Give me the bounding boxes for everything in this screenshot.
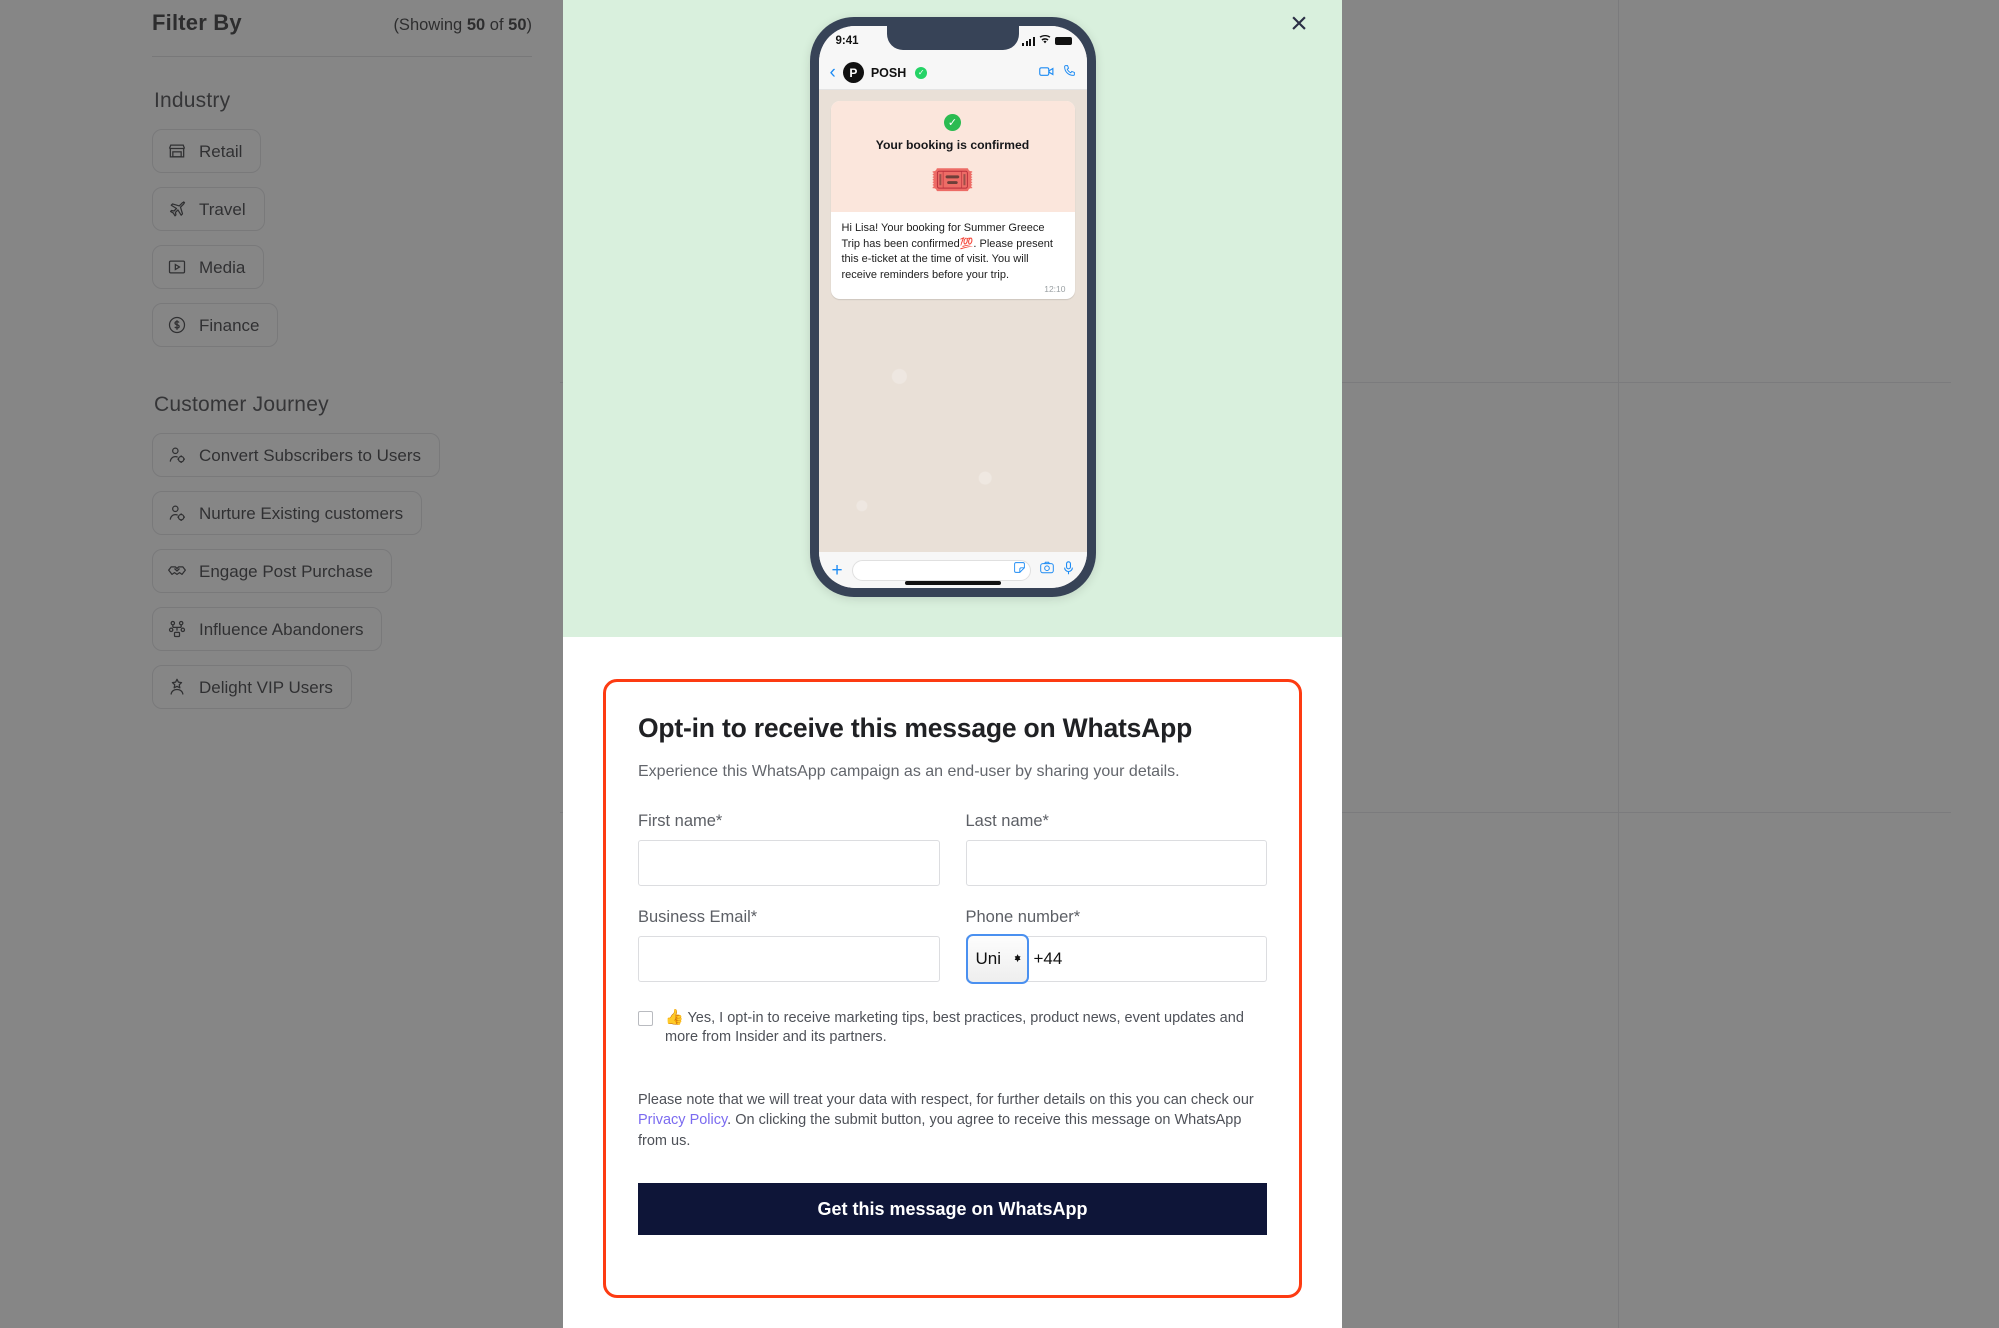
privacy-policy-link[interactable]: Privacy Policy: [638, 1112, 727, 1128]
message-timestamp: 12:10: [1044, 284, 1066, 295]
screen-root: Filter By (Showing 50 of 50) Industry: [0, 0, 1999, 1328]
thumbs-up-icon: 👍: [665, 1008, 684, 1026]
phone-notch: [886, 26, 1019, 50]
home-indicator: [904, 581, 1001, 585]
field-label: Last name*: [965, 811, 1049, 830]
chat-actions: [1038, 64, 1076, 82]
sticker-icon[interactable]: [1013, 561, 1026, 579]
whatsapp-chat-header: ‹ P POSH ✓: [818, 56, 1087, 90]
field-phone-number: Phone number* Uni ▲ ▼ +44: [965, 907, 1267, 984]
marketing-consent-label: 👍 Yes, I opt-in to receive marketing tip…: [665, 1008, 1244, 1046]
field-label: First name*: [638, 811, 723, 830]
phone-call-icon[interactable]: [1063, 64, 1076, 82]
ticket-emoji-icon: 🎟️: [930, 159, 975, 200]
opt-in-form-highlight: Opt-in to receive this message on WhatsA…: [603, 679, 1302, 1298]
country-code-select[interactable]: Uni ▲ ▼: [965, 933, 1029, 984]
form-title: Opt-in to receive this message on WhatsA…: [638, 713, 1193, 743]
battery-icon: [1054, 36, 1072, 46]
whatsapp-input-bar: +: [818, 552, 1087, 588]
message-body-text: Hi Lisa! Your booking for Summer Greece …: [841, 222, 1066, 295]
field-business-email: Business Email*: [638, 908, 940, 982]
close-icon[interactable]: ×: [1282, 7, 1316, 41]
submit-button[interactable]: Get this message on WhatsApp: [638, 1183, 1267, 1236]
attach-plus-icon[interactable]: +: [832, 561, 843, 580]
signal-icon: [1022, 36, 1035, 46]
phone-number-input[interactable]: Uni ▲ ▼ +44: [965, 933, 1267, 984]
whatsapp-chat-body: ✓ Your booking is confirmed 🎟️ Hi Lisa! …: [818, 90, 1087, 552]
phone-screen: 9:41 ‹ P POSH ✓ ✓ Your booking is confir…: [818, 26, 1087, 588]
form-subtitle: Experience this WhatsApp campaign as an …: [638, 762, 1180, 780]
legal-disclaimer: Please note that we will treat your data…: [638, 1091, 1254, 1149]
chevron-updown-icon: ▲ ▼: [1012, 951, 1023, 965]
wifi-icon: [1039, 34, 1051, 47]
verified-badge-icon: ✓: [915, 66, 928, 79]
field-first-name: First name*: [638, 812, 940, 886]
message-input[interactable]: [851, 559, 1031, 581]
back-arrow-icon[interactable]: ‹: [830, 63, 836, 82]
marketing-consent-checkbox[interactable]: [638, 1010, 653, 1026]
dial-code-value: +44: [1033, 948, 1063, 968]
microphone-icon[interactable]: [1063, 560, 1074, 580]
modal-hero: × 9:41 ‹ P POSH ✓ ✓ Your booking is conf…: [563, 0, 1342, 637]
camera-icon[interactable]: [1039, 561, 1054, 579]
form-fields-grid: First name* Last name* Business Email* P…: [638, 812, 1267, 1004]
status-indicators: [1022, 34, 1072, 47]
first-name-input[interactable]: [638, 839, 940, 886]
country-code-value: Uni: [975, 948, 1002, 968]
avatar: P: [842, 62, 864, 83]
message-bubble: ✓ Your booking is confirmed 🎟️ Hi Lisa! …: [830, 101, 1075, 300]
phone-mockup: 9:41 ‹ P POSH ✓ ✓ Your booking is confir…: [809, 17, 1096, 597]
business-email-input[interactable]: [638, 935, 940, 982]
video-call-icon[interactable]: [1038, 64, 1054, 82]
last-name-input[interactable]: [965, 839, 1267, 886]
booking-confirmed-title: Your booking is confirmed: [875, 138, 1030, 152]
field-label: Phone number*: [965, 907, 1081, 926]
field-last-name: Last name*: [965, 811, 1267, 886]
modal-form-area: Opt-in to receive this message on WhatsA…: [563, 637, 1342, 1328]
contact-name: POSH: [870, 65, 907, 80]
status-time: 9:41: [835, 35, 859, 47]
success-check-icon: ✓: [944, 114, 961, 131]
opt-in-modal: × 9:41 ‹ P POSH ✓ ✓ Your booking is conf…: [563, 0, 1342, 1328]
message-header-card: ✓ Your booking is confirmed 🎟️: [830, 101, 1075, 212]
field-label: Business Email*: [638, 907, 758, 926]
marketing-consent-row[interactable]: 👍 Yes, I opt-in to receive marketing tip…: [638, 1008, 1267, 1048]
